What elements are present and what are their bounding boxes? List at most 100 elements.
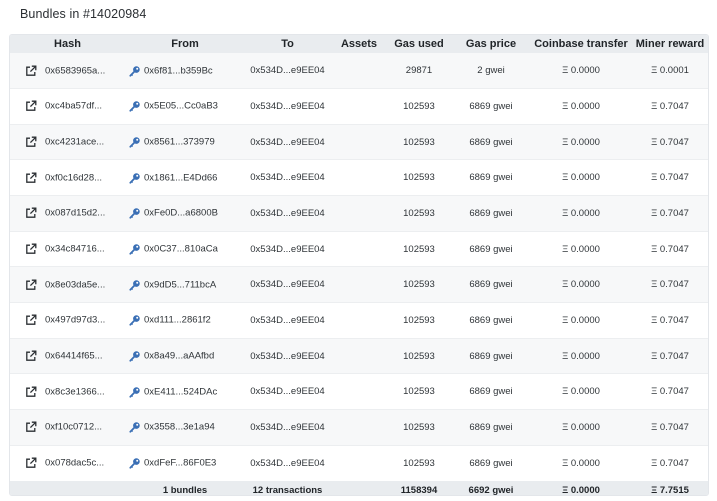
to-address[interactable]: 0x534D...e9EE04 xyxy=(245,53,330,89)
external-link-icon[interactable] xyxy=(25,172,37,184)
gas-used-cell: 102593 xyxy=(388,444,450,481)
table-row: 0xf0c16d28... 0x1861...E4Dd66 0x534D...e… xyxy=(10,159,708,196)
external-link-icon[interactable] xyxy=(25,314,37,326)
transaction-hash[interactable]: 0xc4ba57df... xyxy=(45,101,102,112)
coinbase-transfer-cell: Ξ 0.0000 xyxy=(532,123,630,160)
transaction-hash[interactable]: 0x64414f65... xyxy=(45,351,103,362)
external-link-icon[interactable] xyxy=(25,457,37,469)
assets-cell xyxy=(330,195,388,232)
transaction-hash[interactable]: 0x6583965a... xyxy=(45,65,105,76)
gas-used-cell: 102593 xyxy=(388,88,450,125)
from-address[interactable]: 0x8561...373979 xyxy=(144,137,215,148)
table-row: 0xf10c0712... 0x3558...3e1a94 0x534D...e… xyxy=(10,409,708,446)
external-link-icon[interactable] xyxy=(25,100,37,112)
from-address[interactable]: 0xd111...2861f2 xyxy=(144,315,211,326)
transaction-hash[interactable]: 0x8c3e1366... xyxy=(45,386,105,397)
table-row: 0xc4231ace... 0x8561...373979 0x534D...e… xyxy=(10,123,708,160)
miner-reward-cell: Ξ 0.7047 xyxy=(630,266,708,303)
transaction-hash[interactable]: 0x8e03da5e... xyxy=(45,279,105,290)
page-title: Bundles in #14020984 xyxy=(20,7,147,21)
to-address[interactable]: 0x534D...e9EE04 xyxy=(245,373,330,410)
external-link-icon[interactable] xyxy=(25,350,37,362)
coinbase-transfer-cell: Ξ 0.0000 xyxy=(532,266,630,303)
assets-cell xyxy=(330,159,388,196)
transaction-hash[interactable]: 0xc4231ace... xyxy=(45,137,104,148)
hash-cell: 0x087d15d2... xyxy=(10,195,125,232)
to-address[interactable]: 0x534D...e9EE04 xyxy=(245,88,330,125)
column-header-from[interactable]: From xyxy=(125,35,245,53)
from-address[interactable]: 0x1861...E4Dd66 xyxy=(144,172,217,183)
column-header-gas-used[interactable]: Gas used xyxy=(388,35,450,53)
hash-cell: 0xc4231ace... xyxy=(10,123,125,160)
hash-cell: 0xf10c0712... xyxy=(10,409,125,446)
totals-bundles-count: 1 bundles xyxy=(162,485,208,496)
coinbase-transfer-cell: Ξ 0.0000 xyxy=(532,88,630,125)
from-address[interactable]: 0xE411...524DAc xyxy=(144,386,217,397)
gas-used-cell: 102593 xyxy=(388,302,450,339)
gas-used-cell: 102593 xyxy=(388,195,450,232)
from-address[interactable]: 0x3558...3e1a94 xyxy=(144,422,215,433)
transaction-hash[interactable]: 0x078dac5c... xyxy=(45,458,104,469)
to-address[interactable]: 0x534D...e9EE04 xyxy=(245,409,330,446)
key-icon xyxy=(129,136,141,148)
from-address[interactable]: 0xFe0D...a6800B xyxy=(144,208,218,219)
coinbase-transfer-cell: Ξ 0.0000 xyxy=(562,65,600,77)
gas-price-cell: 6869 gwei xyxy=(450,123,532,160)
to-address[interactable]: 0x534D...e9EE04 xyxy=(245,123,330,160)
gas-price-cell: 6869 gwei xyxy=(450,195,532,232)
from-address[interactable]: 0x0C37...810aCa xyxy=(144,244,218,255)
assets-cell xyxy=(330,88,388,125)
from-cell: 0x1861...E4Dd66 xyxy=(125,159,245,196)
external-link-icon[interactable] xyxy=(25,386,37,398)
key-icon xyxy=(129,386,141,398)
to-address[interactable]: 0x534D...e9EE04 xyxy=(245,195,330,232)
to-address[interactable]: 0x534D...e9EE04 xyxy=(245,230,330,267)
external-link-icon[interactable] xyxy=(25,421,37,433)
external-link-icon[interactable] xyxy=(25,65,37,77)
coinbase-transfer-cell: Ξ 0.0000 xyxy=(532,409,630,446)
external-link-icon[interactable] xyxy=(25,243,37,255)
transaction-hash[interactable]: 0x087d15d2... xyxy=(45,208,105,219)
gas-price-cell: 6869 gwei xyxy=(450,373,532,410)
external-link-icon[interactable] xyxy=(25,207,37,219)
gas-price-cell: 2 gwei xyxy=(477,65,505,77)
gas-used-cell: 102593 xyxy=(388,373,450,410)
hash-cell: 0x078dac5c... xyxy=(10,444,125,481)
external-link-icon[interactable] xyxy=(25,136,37,148)
to-address[interactable]: 0x534D...e9EE04 xyxy=(245,302,330,339)
from-address[interactable]: 0x9dD5...711bcA xyxy=(144,279,216,290)
transaction-hash[interactable]: 0x34c84716... xyxy=(45,244,105,255)
transaction-hash[interactable]: 0xf0c16d28... xyxy=(45,172,102,183)
column-header-assets[interactable]: Assets xyxy=(330,35,388,53)
gas-used-cell: 102593 xyxy=(388,266,450,303)
external-link-icon[interactable] xyxy=(25,279,37,291)
column-header-coinbase-transfer[interactable]: Coinbase transfer xyxy=(532,35,630,53)
to-address[interactable]: 0x534D...e9EE04 xyxy=(245,266,330,303)
from-cell: 0x0C37...810aCa xyxy=(125,230,245,267)
from-address[interactable]: 0x5E05...Cc0aB3 xyxy=(144,101,218,112)
from-address[interactable]: 0xdFeF...86F0E3 xyxy=(144,458,216,469)
table-header-row: Hash From To Assets Gas used Gas price C… xyxy=(10,35,708,53)
transaction-hash[interactable]: 0xf10c0712... xyxy=(45,422,102,433)
gas-used-cell: 102593 xyxy=(388,409,450,446)
table-row: 0x6583965a... 0x6f81...b359Bc 0x534D...e… xyxy=(10,53,708,89)
gas-price-cell: 6869 gwei xyxy=(450,88,532,125)
from-cell: 0x3558...3e1a94 xyxy=(125,409,245,446)
to-address[interactable]: 0x534D...e9EE04 xyxy=(245,444,330,481)
hash-cell: 0xc4ba57df... xyxy=(10,88,125,125)
miner-reward-cell: Ξ 0.7047 xyxy=(630,123,708,160)
column-header-miner-reward[interactable]: Miner reward xyxy=(630,35,708,53)
totals-miner-reward: Ξ 7.7515 xyxy=(651,485,689,496)
gas-price-cell: 6869 gwei xyxy=(450,159,532,196)
to-address[interactable]: 0x534D...e9EE04 xyxy=(245,337,330,374)
column-header-to[interactable]: To xyxy=(245,35,330,53)
miner-reward-cell: Ξ 0.7047 xyxy=(630,159,708,196)
transaction-hash[interactable]: 0x497d97d3... xyxy=(45,315,105,326)
to-address[interactable]: 0x534D...e9EE04 xyxy=(245,159,330,196)
from-address[interactable]: 0x6f81...b359Bc xyxy=(144,65,213,76)
column-header-gas-price[interactable]: Gas price xyxy=(450,35,532,53)
table-row: 0xc4ba57df... 0x5E05...Cc0aB3 0x534D...e… xyxy=(10,88,708,125)
assets-cell xyxy=(330,53,388,89)
from-address[interactable]: 0x8a49...aAAfbd xyxy=(144,351,214,362)
column-header-hash[interactable]: Hash xyxy=(10,35,125,53)
